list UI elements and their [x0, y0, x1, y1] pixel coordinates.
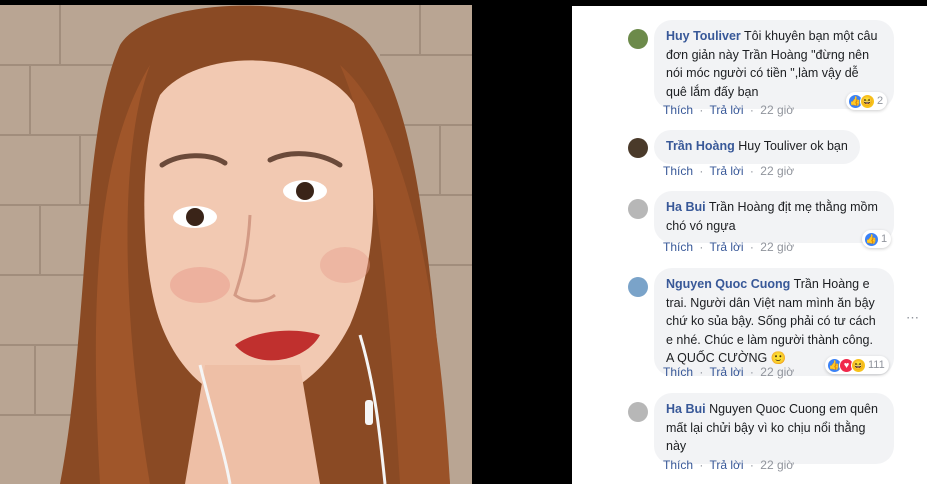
avatar[interactable] — [628, 199, 648, 219]
comment-actions: Thích · Trả lời · 22 giờ — [628, 103, 797, 117]
like-link[interactable]: Thích — [663, 458, 693, 472]
reaction-summary[interactable]: 👍 😆 2 — [846, 92, 888, 110]
reply-link[interactable]: Trả lời — [709, 365, 743, 379]
comment-author[interactable]: Nguyen Quoc Cuong — [666, 277, 790, 291]
comment-actions: Thích · Trả lời · 22 giờ — [628, 365, 797, 379]
comment-author[interactable]: Ha Bui — [666, 200, 706, 214]
comments-panel[interactable]: Huy Touliver Tôi khuyên bạn một câu đơn … — [572, 0, 927, 484]
like-link[interactable]: Thích — [663, 365, 693, 379]
avatar[interactable] — [628, 402, 648, 422]
comment-bubble: Ha Bui Trần Hoàng địt mẹ thằng mồm chó v… — [654, 191, 894, 244]
comment-item: Trần Hoàng Huy Touliver ok bạn — [654, 130, 860, 164]
comment-actions: Thích · Trả lời · 22 giờ — [628, 240, 797, 254]
separator: · — [749, 458, 754, 472]
reaction-count: 1 — [881, 233, 888, 245]
comment-time[interactable]: 22 giờ — [760, 103, 794, 117]
reply-link[interactable]: Trả lời — [709, 164, 743, 178]
comment-time[interactable]: 22 giờ — [760, 458, 794, 472]
separator: · — [749, 103, 754, 117]
avatar[interactable] — [628, 138, 648, 158]
separator: · — [749, 164, 754, 178]
reaction-count: 2 — [877, 95, 884, 107]
comment-author[interactable]: Trần Hoàng — [666, 139, 735, 153]
separator: · — [699, 103, 704, 117]
separator: · — [699, 365, 704, 379]
avatar[interactable] — [628, 29, 648, 49]
reply-link[interactable]: Trả lời — [709, 458, 743, 472]
comment-text: Huy Touliver ok bạn — [738, 139, 848, 153]
separator: · — [699, 458, 704, 472]
avatar[interactable] — [628, 277, 648, 297]
reply-link[interactable]: Trả lời — [709, 240, 743, 254]
reaction-count: 111 — [868, 359, 885, 371]
comment-author[interactable]: Huy Touliver — [666, 29, 741, 43]
like-link[interactable]: Thích — [663, 240, 693, 254]
separator: · — [699, 164, 704, 178]
like-reaction-icon: 👍 — [864, 231, 879, 247]
selfie-photo — [0, 5, 472, 484]
comment-time[interactable]: 22 giờ — [760, 365, 794, 379]
comment-author[interactable]: Ha Bui — [666, 402, 706, 416]
haha-reaction-icon: 😆 — [860, 93, 875, 109]
reply-link[interactable]: Trả lời — [709, 103, 743, 117]
photo-illustration — [0, 5, 472, 484]
like-link[interactable]: Thích — [663, 164, 693, 178]
comment-time[interactable]: 22 giờ — [760, 164, 794, 178]
comment-bubble: Ha Bui Nguyen Quoc Cuong em quên mất lại… — [654, 393, 894, 464]
comment-actions: Thích · Trả lời · 22 giờ — [628, 164, 797, 178]
comment-actions: Thích · Trả lời · 22 giờ — [628, 458, 797, 472]
comment-item: Ha Bui Trần Hoàng địt mẹ thằng mồm chó v… — [654, 191, 894, 244]
separator: · — [699, 240, 704, 254]
separator: · — [749, 365, 754, 379]
reaction-summary[interactable]: 👍 1 — [862, 230, 892, 248]
more-options-icon[interactable]: ⋯ — [906, 310, 919, 326]
reaction-summary[interactable]: 👍 ♥ 😆 111 — [825, 356, 889, 374]
like-link[interactable]: Thích — [663, 103, 693, 117]
comment-time[interactable]: 22 giờ — [760, 240, 794, 254]
separator: · — [749, 240, 754, 254]
comment-item: Ha Bui Nguyen Quoc Cuong em quên mất lại… — [654, 393, 894, 464]
photo-viewer — [0, 0, 572, 484]
top-bar — [572, 0, 927, 6]
haha-reaction-icon: 😆 — [851, 357, 866, 373]
comment-bubble: Trần Hoàng Huy Touliver ok bạn — [654, 130, 860, 164]
